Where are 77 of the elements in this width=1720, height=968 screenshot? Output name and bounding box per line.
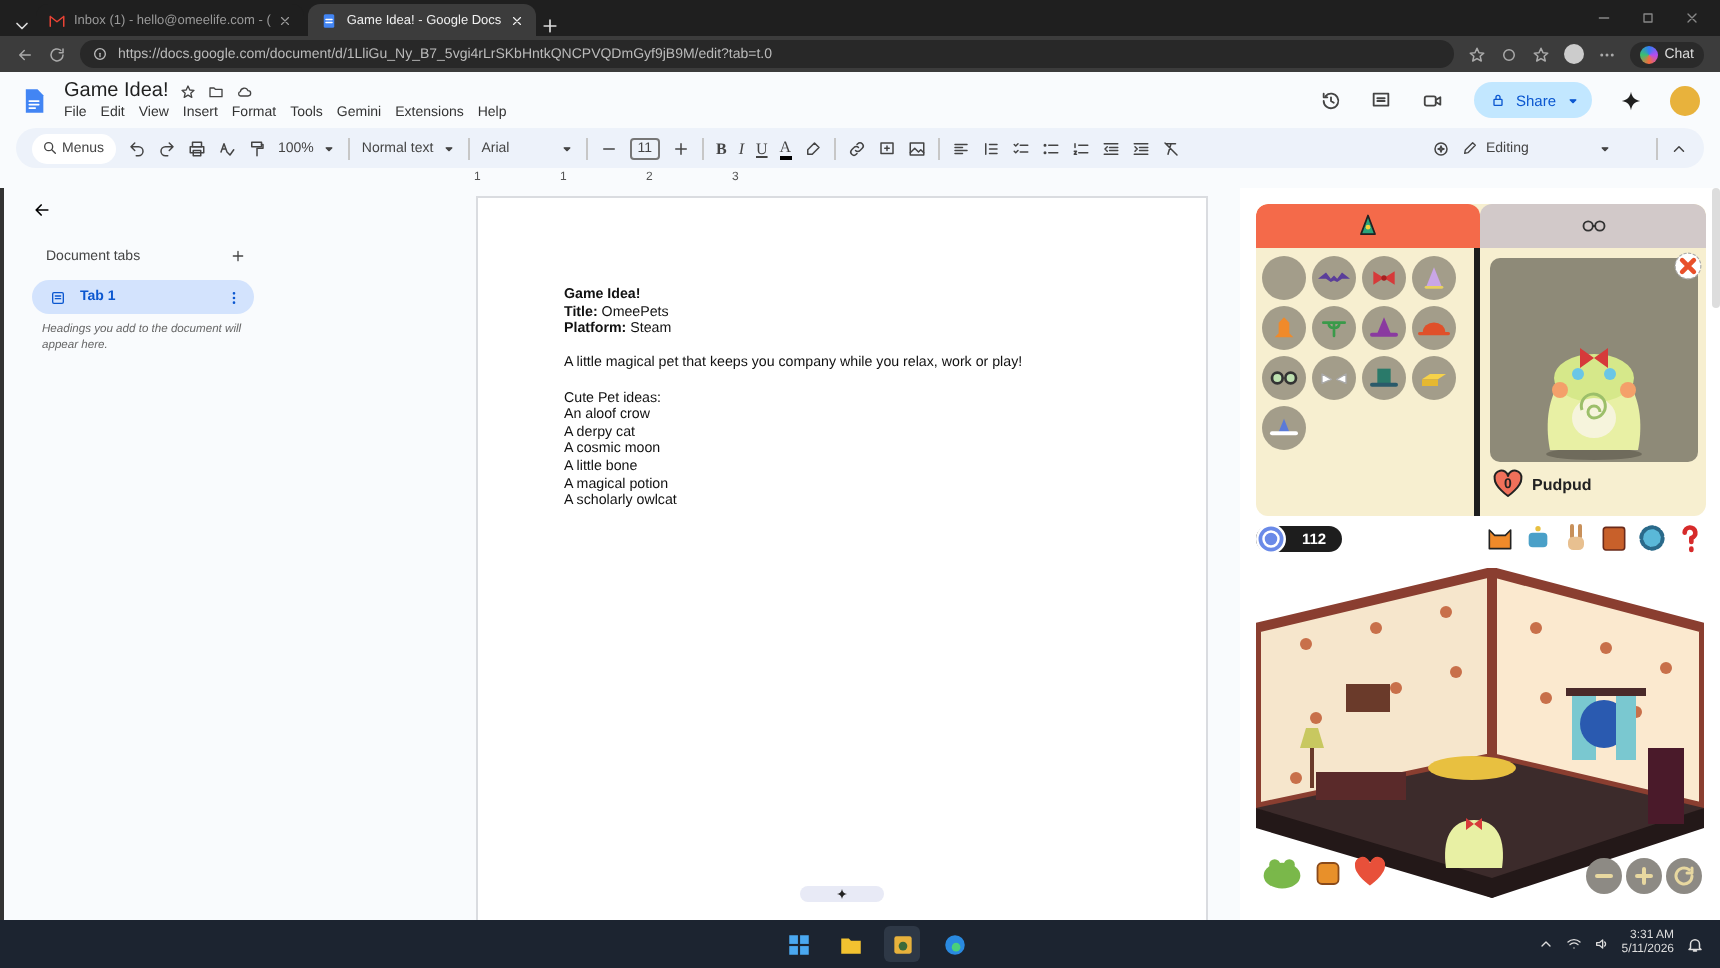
tab-icon: [50, 289, 66, 305]
clear-formatting-icon[interactable]: [1161, 139, 1180, 157]
checklist-icon[interactable]: [1011, 139, 1030, 157]
coin-icon: [1256, 523, 1286, 553]
reload-icon[interactable]: [48, 45, 66, 63]
accessory-slot[interactable]: [1362, 356, 1406, 400]
link-icon[interactable]: [847, 139, 866, 157]
document-title[interactable]: Game Idea!: [64, 80, 169, 102]
redo-icon[interactable]: [158, 139, 176, 157]
rotate-icon: [1672, 864, 1696, 888]
bulleted-list-icon[interactable]: [1041, 139, 1060, 157]
chevron-up-icon[interactable]: [1537, 936, 1554, 952]
comment-icon[interactable]: [1369, 89, 1392, 111]
increase-indent-icon[interactable]: [1131, 139, 1150, 157]
document-icon[interactable]: [320, 11, 339, 29]
star-icon[interactable]: [180, 83, 197, 99]
history-icon[interactable]: [1319, 89, 1342, 111]
site-info-icon[interactable]: [92, 46, 108, 62]
notification-bell-icon[interactable]: [1686, 935, 1704, 953]
align-icon[interactable]: [951, 139, 970, 157]
rotate-button[interactable]: [1666, 858, 1702, 894]
line-spacing-icon[interactable]: [981, 139, 1000, 157]
zoom-out-button[interactable]: [1586, 858, 1622, 894]
lock-icon: [1489, 92, 1506, 108]
folder-icon[interactable]: [208, 83, 225, 99]
new-tab-icon[interactable]: [539, 16, 560, 36]
format-button[interactable]: U: [756, 139, 768, 157]
maximize-icon[interactable]: [1640, 10, 1656, 26]
wifi-icon[interactable]: [1565, 936, 1582, 952]
book-icon[interactable]: [1598, 522, 1630, 554]
back-icon[interactable]: [32, 200, 52, 220]
floating-button[interactable]: [800, 886, 884, 902]
cap-icon: [1418, 320, 1450, 336]
plus-icon: [1632, 864, 1656, 888]
paint-format-icon[interactable]: [248, 139, 266, 157]
bat-wings-icon: [1318, 272, 1350, 284]
caret-icon: [559, 141, 574, 155]
print-icon[interactable]: [188, 139, 206, 157]
speaker-icon[interactable]: [1593, 936, 1610, 952]
star-icon[interactable]: [1468, 45, 1487, 63]
ai-assist-icon[interactable]: [1432, 139, 1450, 157]
search-icon: [42, 140, 58, 156]
sparkle-icon: [836, 888, 848, 900]
sparkle-icon[interactable]: [1620, 89, 1642, 111]
image-icon[interactable]: [907, 139, 926, 157]
add-comment-icon[interactable]: [877, 139, 896, 157]
highlighter-icon[interactable]: [803, 139, 822, 157]
browser-logo-icon: [941, 931, 967, 957]
decrease-indent-icon[interactable]: [1101, 139, 1120, 157]
close-icon[interactable]: [1684, 10, 1700, 26]
caret-icon: [321, 141, 336, 155]
pet-app-icon: [889, 931, 915, 957]
format-button[interactable]: B: [715, 139, 727, 157]
mail-icon[interactable]: [48, 11, 66, 29]
add-tab-icon[interactable]: [230, 248, 246, 264]
pencil-icon: [1462, 140, 1478, 156]
windows-logo-icon: [785, 931, 811, 957]
party-hat-icon: [1354, 212, 1382, 240]
caret-icon: [441, 141, 456, 155]
numbered-list-icon[interactable]: [1071, 139, 1090, 157]
caret-icon: [1598, 141, 1612, 155]
undo-icon[interactable]: [128, 139, 146, 157]
favorites-icon[interactable]: [1532, 45, 1551, 63]
profile-avatar[interactable]: [1564, 44, 1585, 64]
format-button[interactable]: A: [779, 137, 792, 159]
spellcheck-icon[interactable]: [218, 139, 236, 157]
caret-icon: [1566, 93, 1580, 107]
pet-name: Pudpud: [1532, 475, 1592, 493]
pet-app-button[interactable]: [884, 926, 920, 962]
accessory-slot[interactable]: [1312, 256, 1356, 300]
accessory-slot[interactable]: [1362, 306, 1406, 350]
accessory-slot[interactable]: [1262, 356, 1306, 400]
cloud-icon[interactable]: [236, 83, 253, 99]
increase-font-icon[interactable]: [671, 139, 690, 157]
remove-icon[interactable]: [1674, 252, 1702, 280]
close-icon[interactable]: [278, 13, 293, 27]
format-button[interactable]: I: [738, 139, 744, 157]
